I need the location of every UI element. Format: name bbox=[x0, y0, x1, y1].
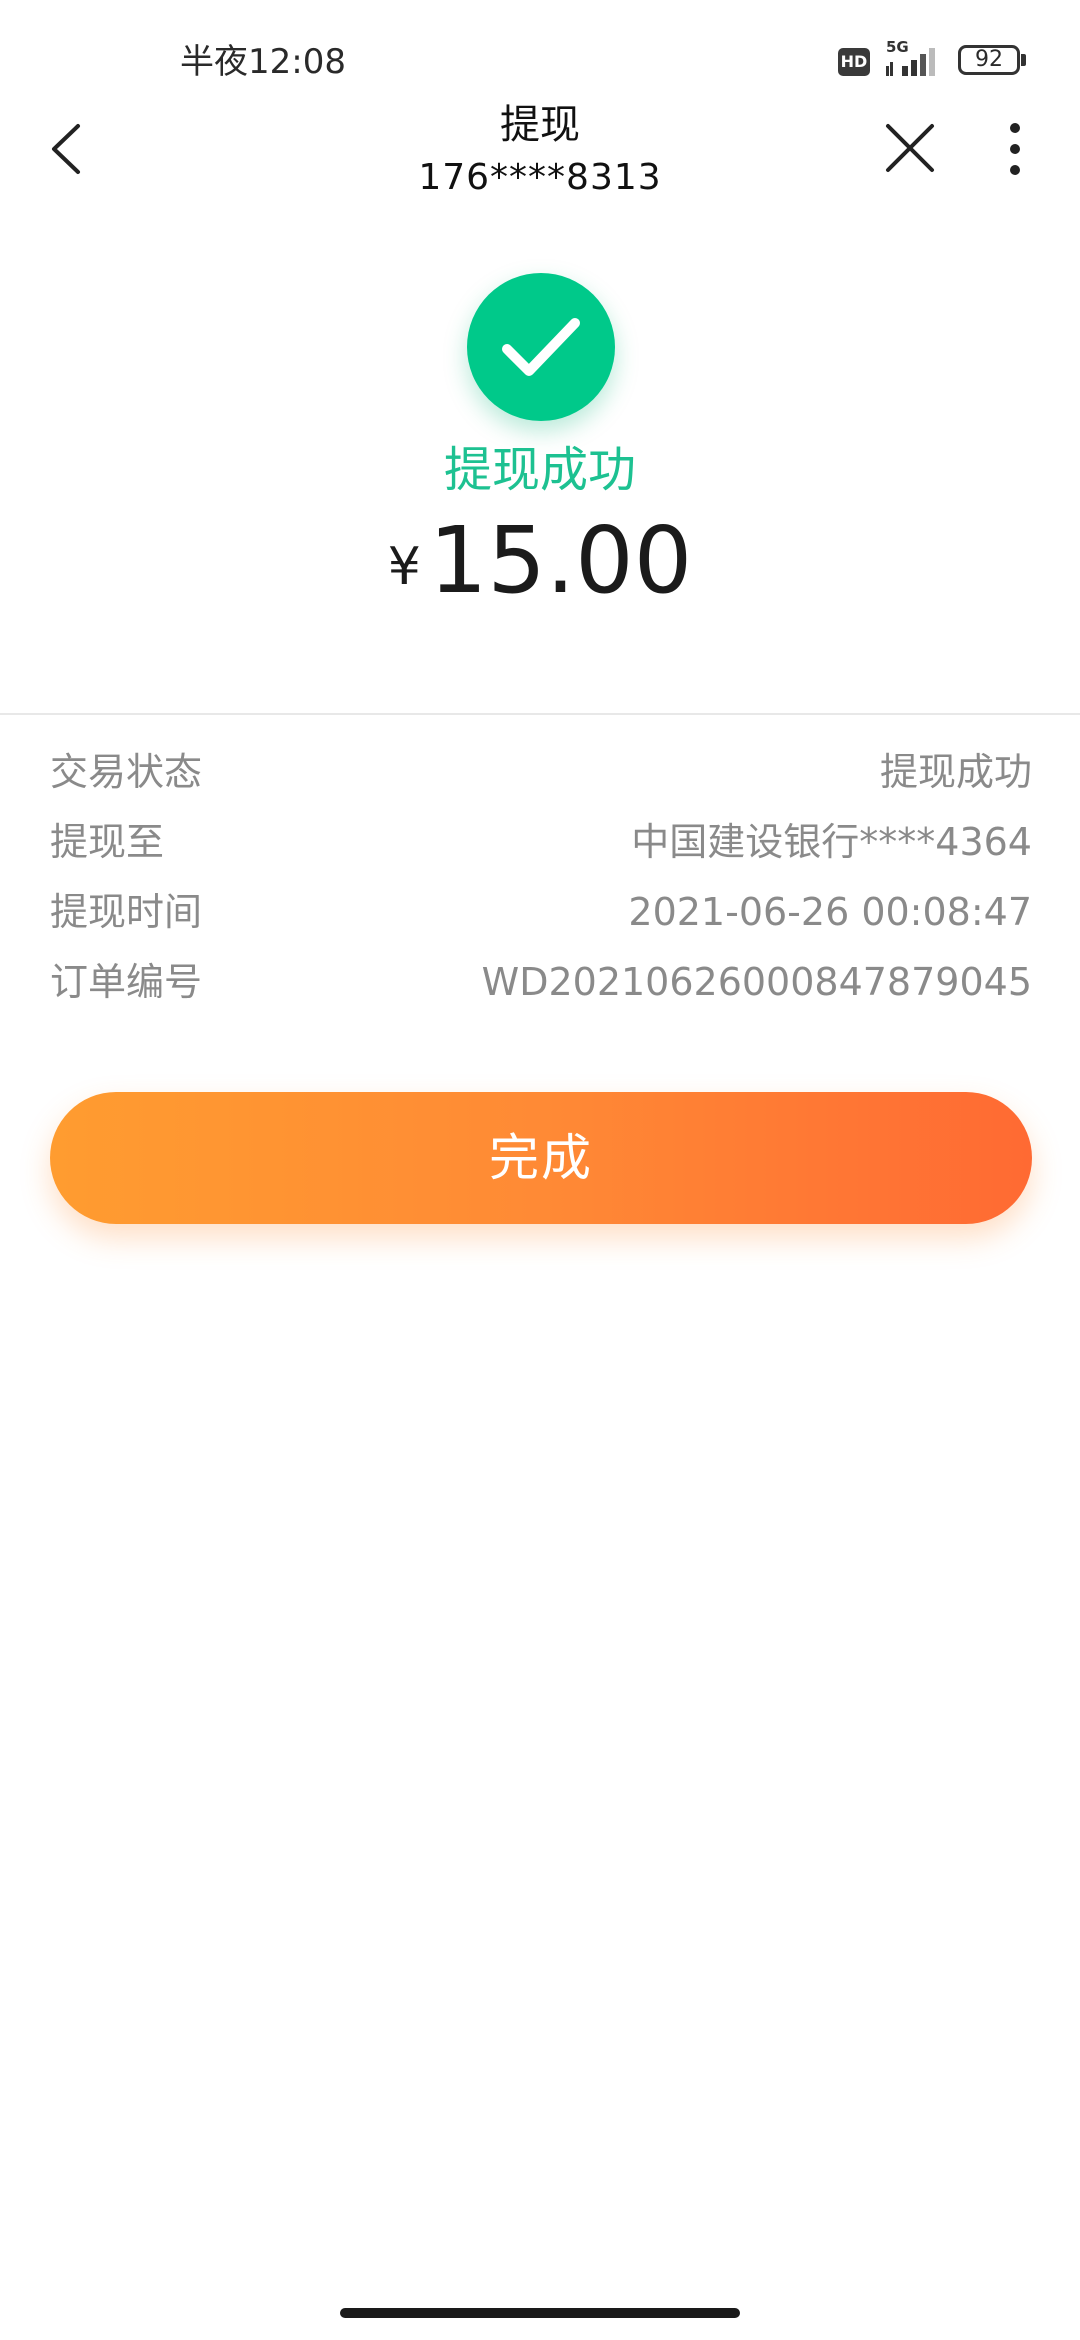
battery-icon: 92 bbox=[958, 45, 1020, 75]
home-indicator[interactable] bbox=[340, 2308, 740, 2318]
detail-row-status: 交易状态 提现成功 bbox=[50, 742, 1032, 812]
detail-value: 中国建设银行****4364 bbox=[631, 820, 1032, 864]
success-status-text: 提现成功 bbox=[443, 442, 636, 498]
chevron-left-icon[interactable] bbox=[40, 114, 100, 184]
page-subtitle: 176****8313 bbox=[418, 157, 662, 198]
more-vertical-icon[interactable] bbox=[990, 114, 1040, 184]
detail-value: WD20210626000847879045 bbox=[481, 960, 1032, 1004]
status-time: 半夜12:08 bbox=[180, 42, 346, 82]
detail-label: 交易状态 bbox=[50, 750, 203, 794]
detail-value: 2021-06-26 00:08:47 bbox=[628, 890, 1032, 934]
detail-row-order-number: 订单编号 WD20210626000847879045 bbox=[50, 952, 1032, 1022]
detail-row-destination: 提现至 中国建设银行****4364 bbox=[50, 812, 1032, 882]
divider bbox=[0, 713, 1080, 715]
signal-icon bbox=[886, 48, 935, 76]
detail-label: 订单编号 bbox=[50, 960, 203, 1004]
hd-icon: HD bbox=[838, 48, 870, 76]
done-button[interactable]: 完成 bbox=[50, 1092, 1032, 1224]
detail-value: 提现成功 bbox=[879, 750, 1032, 794]
battery-tip bbox=[1021, 54, 1026, 66]
amount: ¥15.00 bbox=[240, 506, 840, 642]
detail-label: 提现至 bbox=[50, 820, 165, 864]
detail-label: 提现时间 bbox=[50, 890, 203, 934]
close-icon[interactable] bbox=[878, 114, 942, 184]
success-check-icon bbox=[467, 273, 615, 421]
transaction-details: 交易状态 提现成功 提现至 中国建设银行****4364 提现时间 2021-0… bbox=[50, 742, 1032, 1022]
amount-value: 15.00 bbox=[428, 507, 693, 614]
status-bar: 半夜12:08 HD 5G 92 bbox=[0, 0, 1080, 100]
currency-symbol: ¥ bbox=[387, 537, 421, 597]
header: 提现 176****8313 bbox=[0, 100, 1080, 210]
detail-row-time: 提现时间 2021-06-26 00:08:47 bbox=[50, 882, 1032, 952]
page-title: 提现 bbox=[500, 102, 580, 148]
